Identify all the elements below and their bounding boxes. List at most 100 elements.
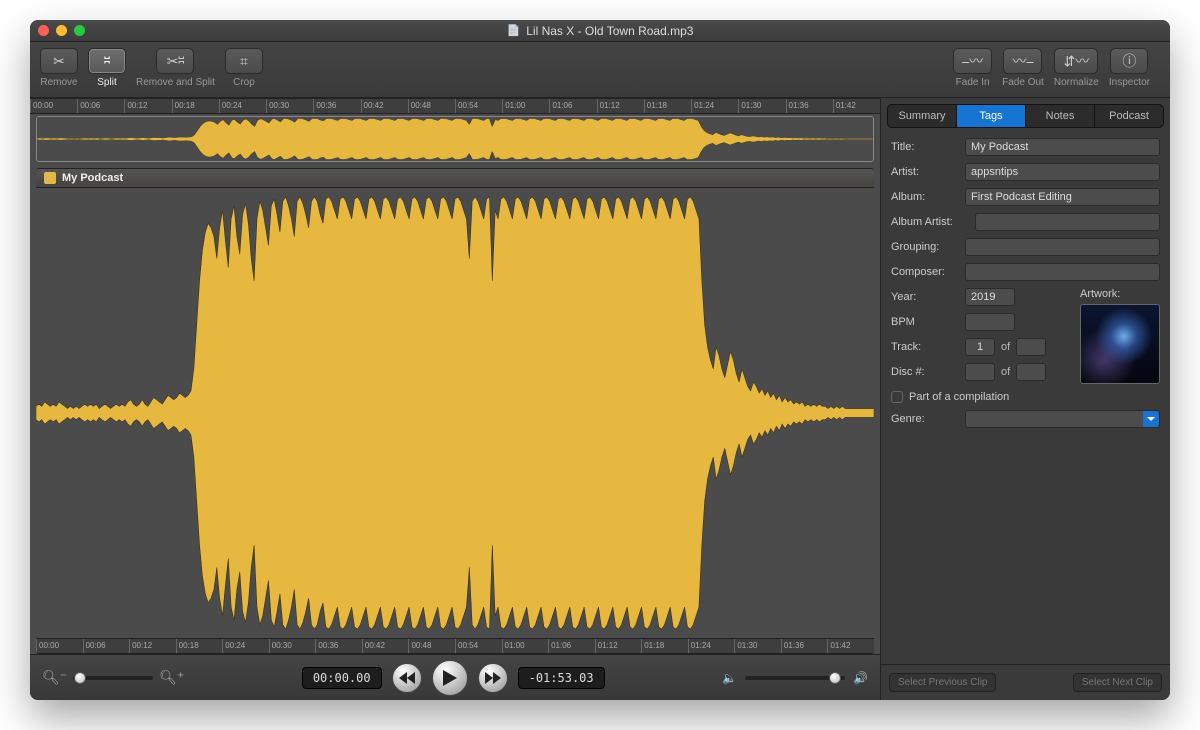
- ruler-tick: 00:30: [269, 639, 292, 653]
- disc-label: Disc #:: [891, 366, 959, 378]
- select-previous-clip-button[interactable]: Select Previous Clip: [889, 673, 996, 692]
- normalize-button[interactable]: ⇵〰: [1054, 48, 1098, 74]
- ruler-tick: 00:12: [129, 639, 152, 653]
- play-button[interactable]: [432, 660, 468, 696]
- remove-button[interactable]: ✂: [40, 48, 78, 74]
- ruler-tick: 00:24: [222, 639, 245, 653]
- app-window: 📄 Lil Nas X - Old Town Road.mp3 ✂ Remove ⎶…: [30, 20, 1170, 700]
- ruler-tick: 00:18: [172, 99, 195, 113]
- composer-field[interactable]: [965, 263, 1160, 281]
- grouping-field[interactable]: [965, 238, 1160, 256]
- album-label: Album:: [891, 191, 959, 203]
- title-field[interactable]: My Podcast: [965, 138, 1160, 156]
- transport-bar: 🔍︎⁻ 🔍︎⁺ 00:00.00 -01:53.03: [30, 654, 880, 700]
- album-artist-field[interactable]: [975, 213, 1160, 231]
- ruler-tick: 00:42: [361, 99, 384, 113]
- remaining-time: -01:53.03: [518, 667, 605, 689]
- window-title: Lil Nas X - Old Town Road.mp3: [526, 24, 693, 38]
- artist-field[interactable]: appsntips: [965, 163, 1160, 181]
- compilation-label: Part of a compilation: [909, 391, 1009, 403]
- ruler-tick: 01:42: [833, 99, 856, 113]
- track-total-field[interactable]: [1016, 338, 1046, 356]
- audio-file-icon: [44, 172, 56, 184]
- toolbar: ✂Remove⎶Split✂⎶Remove and Split⌗Crop ⎯〰F…: [30, 42, 1170, 98]
- remove-and-split-button[interactable]: ✂⎶: [156, 48, 194, 74]
- forward-button[interactable]: [478, 663, 508, 693]
- waveform-area[interactable]: [36, 188, 874, 638]
- ruler-tick: 01:00: [502, 639, 525, 653]
- ruler-tick: 00:24: [219, 99, 242, 113]
- clip-header[interactable]: My Podcast: [36, 168, 874, 188]
- ruler-tick: 01:36: [781, 639, 804, 653]
- ruler-tick: 01:30: [738, 99, 761, 113]
- ruler-tick: 01:18: [644, 99, 667, 113]
- ruler-tick: 00:06: [77, 99, 100, 113]
- volume-low-icon: 🔈: [722, 671, 737, 685]
- title-label: Title:: [891, 141, 959, 153]
- ruler-tick: 01:00: [502, 99, 525, 113]
- grouping-label: Grouping:: [891, 241, 959, 253]
- ruler-tick: 01:42: [827, 639, 850, 653]
- ruler-tick: 01:06: [548, 639, 571, 653]
- ruler-tick: 01:24: [688, 639, 711, 653]
- volume-slider[interactable]: [745, 676, 845, 680]
- zoom-out-icon[interactable]: 🔍︎⁻: [42, 669, 67, 686]
- overview-waveform[interactable]: [36, 116, 874, 162]
- ruler-tick: 00:54: [455, 99, 478, 113]
- bpm-field[interactable]: [965, 313, 1015, 331]
- select-next-clip-button[interactable]: Select Next Clip: [1073, 673, 1162, 692]
- crop-label: Crop: [233, 77, 255, 88]
- ruler-tick: 00:54: [455, 639, 478, 653]
- compilation-checkbox[interactable]: [891, 391, 903, 403]
- inspector-button[interactable]: ⓘ: [1110, 48, 1148, 74]
- ruler-tick: 00:06: [83, 639, 106, 653]
- fade-in-button[interactable]: ⎯〰: [953, 48, 992, 74]
- remove-label: Remove: [40, 77, 77, 88]
- bpm-label: BPM: [891, 316, 959, 328]
- zoom-in-icon[interactable]: 🔍︎⁺: [159, 669, 184, 686]
- split-label: Split: [97, 77, 116, 88]
- normalize-label: Normalize: [1054, 77, 1099, 88]
- artwork-image[interactable]: [1080, 304, 1160, 384]
- disc-total-field[interactable]: [1016, 363, 1046, 381]
- artwork-label: Artwork:: [1080, 288, 1120, 300]
- timeline-ruler-bottom[interactable]: 00:0000:0600:1200:1800:2400:3000:3600:42…: [36, 638, 874, 654]
- track-label: Track:: [891, 341, 959, 353]
- document-icon: 📄: [507, 24, 521, 37]
- ruler-tick: 01:06: [549, 99, 572, 113]
- genre-label: Genre:: [891, 413, 959, 425]
- album-artist-label: Album Artist:: [891, 216, 969, 228]
- disc-num-field[interactable]: [965, 363, 995, 381]
- album-field[interactable]: First Podcast Editing: [965, 188, 1160, 206]
- ruler-tick: 00:48: [408, 639, 431, 653]
- track-of-label: of: [1001, 341, 1010, 353]
- year-field[interactable]: 2019: [965, 288, 1015, 306]
- tab-tags[interactable]: Tags: [957, 105, 1026, 127]
- tab-summary[interactable]: Summary: [888, 105, 957, 127]
- disc-of-label: of: [1001, 366, 1010, 378]
- rewind-button[interactable]: [392, 663, 422, 693]
- ruler-tick: 01:36: [786, 99, 809, 113]
- ruler-tick: 00:00: [36, 639, 59, 653]
- fade-out-button[interactable]: 〰⎯: [1003, 48, 1042, 74]
- timeline-ruler-top[interactable]: 00:0000:0600:1200:1800:2400:3000:3600:42…: [30, 98, 880, 114]
- tags-form: Title: My Podcast Artist: appsntips Albu…: [881, 134, 1170, 664]
- tab-notes[interactable]: Notes: [1026, 105, 1095, 127]
- ruler-tick: 01:30: [734, 639, 757, 653]
- ruler-tick: 01:24: [691, 99, 714, 113]
- ruler-tick: 00:48: [408, 99, 431, 113]
- split-button[interactable]: ⎶: [88, 48, 126, 74]
- track-num-field[interactable]: 1: [965, 338, 995, 356]
- ruler-tick: 00:18: [176, 639, 199, 653]
- titlebar: 📄 Lil Nas X - Old Town Road.mp3: [30, 20, 1170, 42]
- genre-dropdown[interactable]: [965, 410, 1160, 428]
- ruler-tick: 00:12: [124, 99, 147, 113]
- fade-in-label: Fade In: [956, 77, 990, 88]
- ruler-tick: 01:18: [641, 639, 664, 653]
- fade-out-label: Fade Out: [1002, 77, 1044, 88]
- artist-label: Artist:: [891, 166, 959, 178]
- crop-button[interactable]: ⌗: [225, 48, 263, 74]
- ruler-tick: 00:36: [313, 99, 336, 113]
- zoom-slider[interactable]: [73, 676, 153, 680]
- tab-podcast[interactable]: Podcast: [1095, 105, 1163, 127]
